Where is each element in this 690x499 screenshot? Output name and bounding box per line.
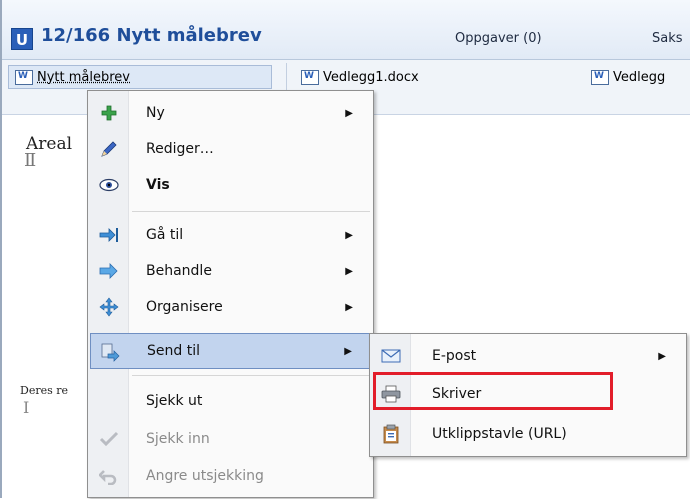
send-to-icon <box>99 342 121 362</box>
menu-item-utklippstavle[interactable]: Utklippstavle (URL) <box>372 416 684 452</box>
menu-item-behandle[interactable]: Behandle ▶ <box>90 253 371 289</box>
menu-item-label: Organisere <box>146 299 223 315</box>
menu-item-label: E-post <box>432 348 477 364</box>
page-title: 12/166 Nytt målebrev <box>41 25 262 46</box>
menu-item-angre-utsjekking: Angre utsjekking <box>90 458 371 494</box>
menu-item-send-til[interactable]: Send til ▶ <box>90 333 371 369</box>
menu-item-ga-til[interactable]: Gå til ▶ <box>90 217 371 253</box>
submenu-arrow-icon: ▶ <box>345 107 353 119</box>
submenu-arrow-icon: ▶ <box>658 350 666 362</box>
document-tab-label: Vedlegg1.docx <box>323 69 419 85</box>
menu-item-vis[interactable]: Vis <box>90 167 371 203</box>
menu-item-label: Angre utsjekking <box>146 468 264 484</box>
menu-item-rediger[interactable]: Rediger… <box>90 131 371 167</box>
submenu-arrow-icon: ▶ <box>345 265 353 277</box>
word-document-icon <box>15 69 33 85</box>
menu-item-sjekk-inn: Sjekk inn <box>90 421 371 457</box>
app-badge-icon: U <box>11 28 33 50</box>
document-tab-label: Vedlegg <box>613 69 666 85</box>
text-cursor-icon: Ⅱ <box>24 150 37 171</box>
submenu-arrow-icon: ▶ <box>345 301 353 313</box>
menu-separator <box>132 375 370 376</box>
document-tab-vedlegg1[interactable]: Vedlegg1.docx <box>301 65 419 89</box>
context-menu: Ny ▶ Rediger… Vis Gå til ▶ Behandle ▶ Or… <box>87 90 374 498</box>
tab-tasks[interactable]: Oppgaver (0) <box>455 31 542 46</box>
submenu-arrow-icon: ▶ <box>344 345 352 357</box>
left-border <box>0 0 2 498</box>
document-text-deres: Deres re <box>20 384 69 397</box>
eye-icon <box>98 175 120 195</box>
move-cross-icon <box>98 297 120 317</box>
menu-item-label: Sjekk ut <box>146 393 203 409</box>
checkmark-icon <box>98 429 120 449</box>
envelope-icon <box>380 346 402 366</box>
menu-item-label: Behandle <box>146 263 212 279</box>
word-document-icon <box>591 69 609 85</box>
undo-icon <box>98 466 120 486</box>
menu-item-label: Gå til <box>146 227 184 243</box>
menu-item-ny[interactable]: Ny ▶ <box>90 95 371 131</box>
word-document-icon <box>301 69 319 85</box>
clipboard-icon <box>380 424 402 444</box>
document-tab-label: Nytt målebrev <box>37 69 130 85</box>
menu-item-e-post[interactable]: E-post ▶ <box>372 338 684 374</box>
submenu-arrow-icon: ▶ <box>345 229 353 241</box>
menu-item-sjekk-ut[interactable]: Sjekk ut <box>90 383 371 419</box>
tab-case[interactable]: Saks <box>652 31 683 46</box>
plus-icon <box>98 103 120 123</box>
document-tab-vedlegg[interactable]: Vedlegg <box>591 65 665 89</box>
menu-separator <box>132 211 370 212</box>
menu-item-label: Ny <box>146 105 165 121</box>
pencil-icon <box>98 139 120 159</box>
menu-item-label: Utklippstavle (URL) <box>432 426 567 442</box>
highlight-annotation-box <box>373 372 613 410</box>
goto-arrow-icon <box>98 225 120 245</box>
menu-item-label: Vis <box>146 177 170 193</box>
process-icon <box>98 261 120 281</box>
menu-item-label: Sjekk inn <box>146 431 210 447</box>
document-tab-nytt-malebrev[interactable]: Nytt målebrev <box>8 65 272 89</box>
menu-item-label: Send til <box>147 343 200 359</box>
menu-item-organisere[interactable]: Organisere ▶ <box>90 289 371 325</box>
menu-item-label: Rediger… <box>146 141 214 157</box>
text-cursor-icon: I <box>23 398 30 417</box>
